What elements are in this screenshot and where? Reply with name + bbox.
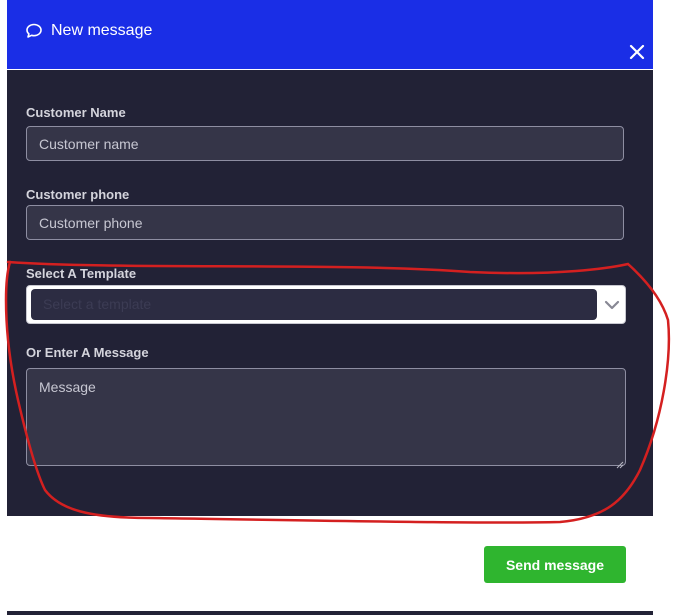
customer-name-input[interactable] [26,126,624,161]
message-textarea[interactable] [26,368,626,466]
resize-grip-icon[interactable] [616,456,624,469]
customer-name-label: Customer Name [26,105,126,120]
customer-phone-input[interactable] [26,205,624,240]
chevron-down-icon[interactable] [604,297,620,313]
modal-title: New message [51,22,153,39]
message-label: Or Enter A Message [26,345,149,360]
footer-divider [7,611,653,615]
send-message-button[interactable]: Send message [484,546,626,583]
template-select[interactable]: Select a template [26,285,626,324]
close-icon [629,44,645,60]
template-select-placeholder: Select a template [31,289,597,320]
chat-bubble-icon [25,22,43,40]
modal-header: New message [7,0,653,70]
close-button[interactable] [627,42,647,62]
new-message-modal: New message Customer Name Customer phone… [7,0,653,516]
modal-title-group: New message [25,22,152,40]
customer-phone-label: Customer phone [26,187,130,202]
template-label: Select A Template [26,266,137,281]
